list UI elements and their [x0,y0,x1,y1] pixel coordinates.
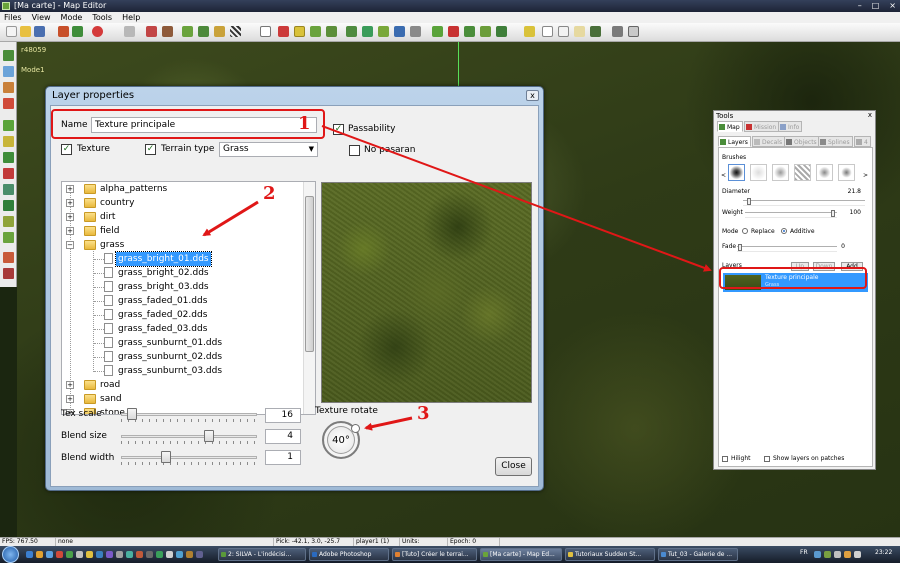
arrow-to-texture [202,200,259,237]
annotation-arrows [202,125,712,431]
arrow-to-layer [321,125,712,272]
arrow-to-rotate [364,416,413,431]
